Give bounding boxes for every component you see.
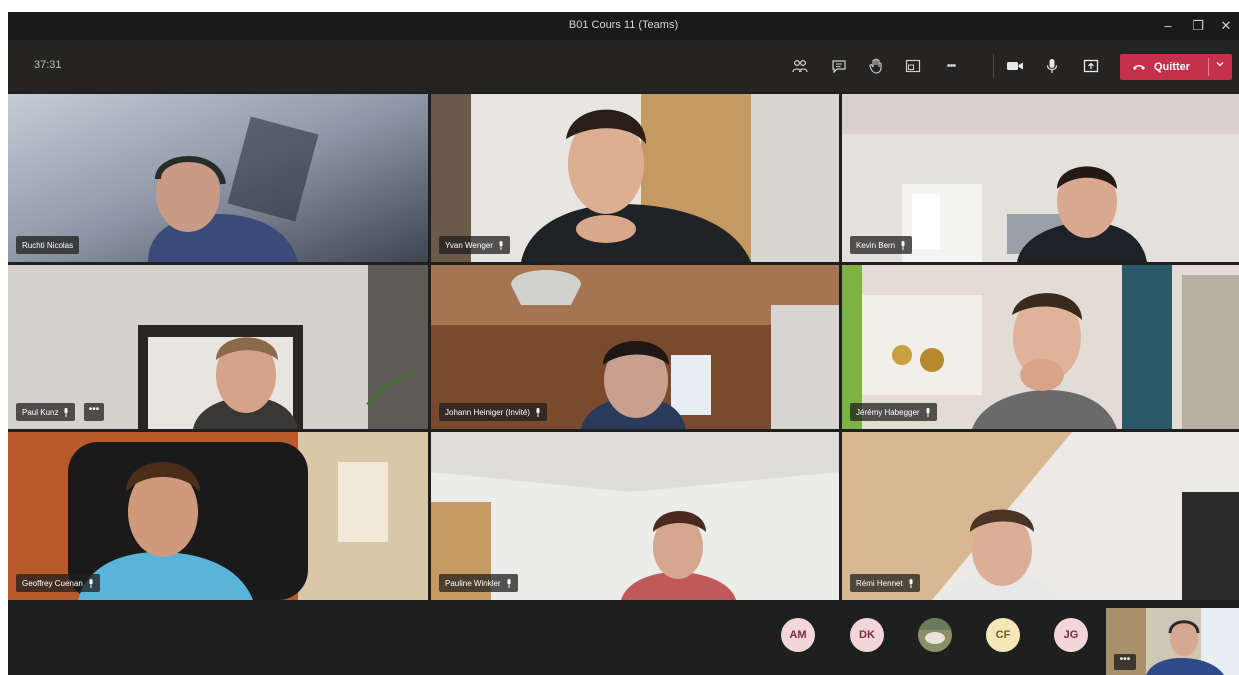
participant-name: Pauline Winkler (445, 578, 501, 588)
avatar-photo (918, 618, 952, 652)
participant-name: Jérémy Habegger (856, 407, 920, 417)
participant-avatar[interactable]: CF (986, 618, 1020, 652)
participant-name: Rémi Hennet (856, 578, 903, 588)
participant-avatar[interactable]: JG (1054, 618, 1088, 652)
mic-icon (536, 407, 540, 417)
participant-name-tag: Rémi Hennet (850, 574, 920, 592)
chat-icon (832, 60, 846, 73)
self-video-preview[interactable]: ••• (1106, 608, 1239, 675)
participant-name: Geoffrey Cuenan (22, 578, 83, 588)
camera-icon (1007, 62, 1023, 70)
video-tile[interactable]: Pauline Winkler (431, 432, 839, 600)
participant-name-tag: Geoffrey Cuenan (16, 574, 100, 592)
participant-name: Yvan Wenger (445, 240, 493, 250)
chevron-down-icon[interactable] (1215, 59, 1225, 69)
mic-icon (507, 578, 511, 588)
toolbar-separator (993, 54, 994, 78)
video-tile[interactable]: Geoffrey Cuenan (8, 432, 428, 600)
share-icon (1083, 59, 1099, 73)
share-screen-button[interactable] (1078, 54, 1104, 78)
teams-meeting-window: B01 Cours 11 (Teams) – ❐ ✕ 37:31 ••• Qui… (8, 12, 1239, 675)
participant-avatar[interactable]: DK (850, 618, 884, 652)
meeting-toolbar: 37:31 ••• Quitter (8, 40, 1239, 92)
mic-icon (1046, 59, 1058, 73)
title-bar: B01 Cours 11 (Teams) – ❐ ✕ (8, 12, 1239, 40)
participants-button[interactable] (787, 54, 813, 78)
rooms-icon (905, 59, 921, 73)
more-actions-button[interactable]: ••• (938, 54, 964, 78)
close-button[interactable]: ✕ (1213, 16, 1239, 36)
mic-icon (901, 240, 905, 250)
video-tile[interactable]: Jérémy Habegger (842, 265, 1239, 429)
hang-up-icon (1132, 63, 1146, 71)
mic-icon (499, 240, 503, 250)
maximize-button[interactable]: ❐ (1185, 16, 1211, 36)
meeting-timer: 37:31 (34, 59, 62, 71)
participant-more-button[interactable]: ••• (84, 403, 104, 421)
window-title: B01 Cours 11 (Teams) (568, 19, 679, 31)
chat-button[interactable] (826, 54, 852, 78)
participant-name-tag: Jérémy Habegger (850, 403, 937, 421)
microphone-button[interactable] (1039, 54, 1065, 78)
camera-button[interactable] (1002, 54, 1028, 78)
video-tile[interactable]: Ruchti Nicolas (8, 94, 428, 262)
participant-name-tag: Ruchti Nicolas (16, 236, 80, 254)
participant-name-tag: Paul Kunz (16, 403, 76, 421)
video-tile[interactable]: Rémi Hennet (842, 432, 1239, 600)
breakout-rooms-button[interactable] (900, 54, 926, 78)
mic-icon (89, 578, 93, 588)
minimize-button[interactable]: – (1155, 16, 1181, 36)
participant-name-tag: Pauline Winkler (439, 574, 518, 592)
participant-name-tag: Kevin Bern (850, 236, 913, 254)
mic-icon (64, 407, 68, 417)
video-tile[interactable]: Yvan Wenger (431, 94, 839, 262)
participant-avatar-photo[interactable] (918, 618, 952, 652)
video-tile[interactable]: Paul Kunz ••• (8, 265, 428, 429)
raise-hand-icon (869, 58, 882, 74)
self-more-button[interactable]: ••• (1114, 654, 1136, 670)
participant-name: Paul Kunz (22, 407, 59, 417)
leave-button[interactable]: Quitter (1120, 54, 1232, 80)
mic-icon (926, 407, 930, 417)
participant-name: Kevin Bern (856, 240, 896, 250)
participant-avatar[interactable]: AM (781, 618, 815, 652)
leave-divider (1208, 58, 1209, 76)
participant-name-tag: Yvan Wenger (439, 236, 510, 254)
video-tile[interactable]: Johann Heiniger (Invité) (431, 265, 839, 429)
overflow-participants-bar: AM DK CF JG ••• (8, 602, 1239, 675)
participant-name: Ruchti Nicolas (22, 240, 74, 250)
mic-icon (909, 578, 913, 588)
raise-hand-button[interactable] (863, 54, 889, 78)
people-icon (792, 59, 808, 73)
video-grid: Ruchti Nicolas Yvan Wenger Kevin Bern Pa… (8, 92, 1239, 602)
participant-name: Johann Heiniger (Invité) (445, 407, 530, 417)
participant-name-tag: Johann Heiniger (Invité) (439, 403, 547, 421)
leave-label: Quitter (1154, 61, 1191, 73)
video-tile[interactable]: Kevin Bern (842, 94, 1239, 262)
